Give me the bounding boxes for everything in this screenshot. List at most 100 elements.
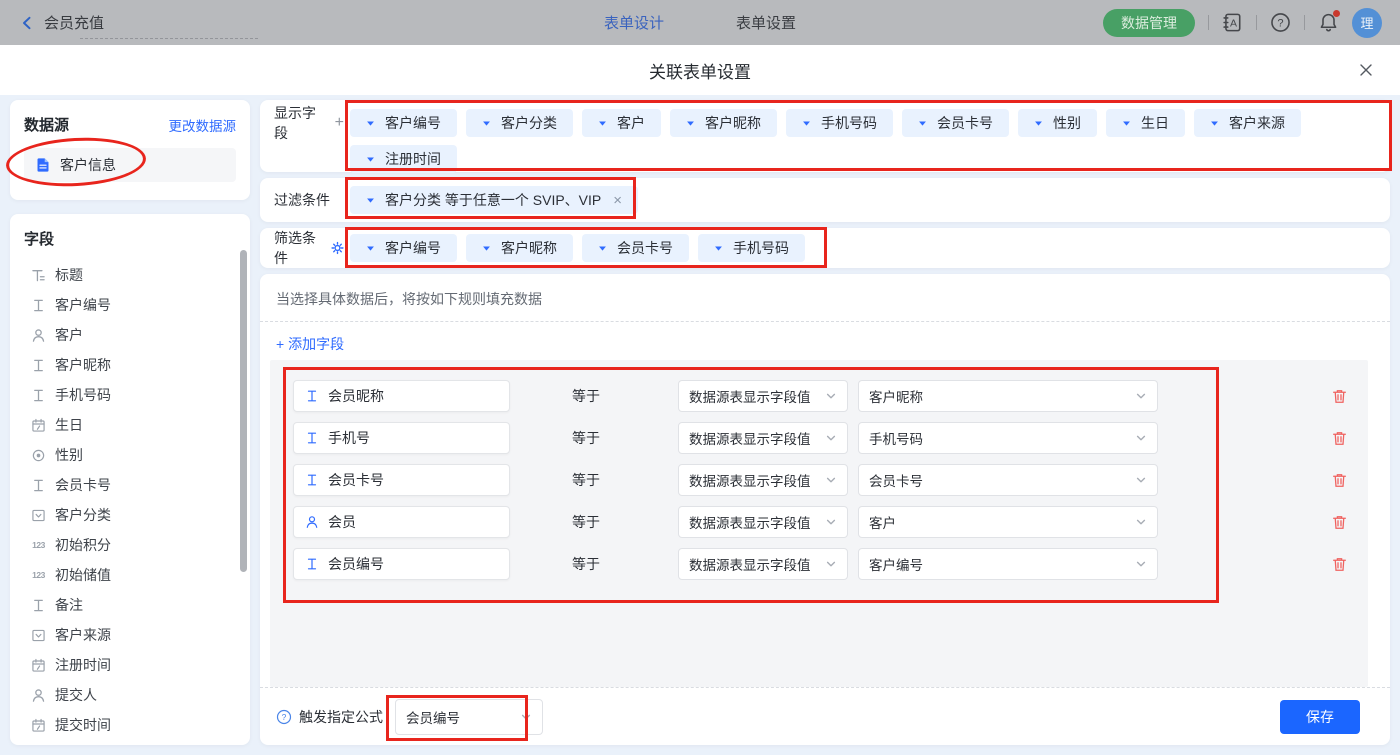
screen-condition-tag[interactable]: 客户编号 [350, 234, 457, 262]
display-field-tag[interactable]: 客户来源 [1194, 109, 1301, 137]
field-item-label: 性别 [55, 445, 83, 465]
chevron-down-icon [825, 390, 837, 402]
display-field-tag[interactable]: 生日 [1106, 109, 1185, 137]
rule-value-select-value: 客户昵称 [869, 386, 923, 406]
delete-rule-button[interactable] [1331, 514, 1348, 531]
trigger-formula-label: 触发指定公式 [299, 707, 383, 727]
display-field-tag[interactable]: 手机号码 [786, 109, 893, 137]
rule-value-select-value: 客户 [869, 512, 896, 532]
rule-value-select[interactable]: 客户 [858, 506, 1158, 538]
display-field-tag[interactable]: 会员卡号 [902, 109, 1009, 137]
display-field-tag[interactable]: 客户分类 [466, 109, 573, 137]
trigger-formula-select[interactable]: 会员编号 [395, 699, 543, 735]
text-icon [305, 557, 319, 571]
field-item[interactable]: 客户分类 [24, 500, 236, 530]
rule-equals-label: 等于 [572, 512, 678, 532]
text-icon [31, 478, 46, 493]
field-item[interactable]: 客户昵称 [24, 350, 236, 380]
rule-target-field[interactable]: 会员卡号 [293, 464, 510, 496]
save-button[interactable]: 保存 [1280, 700, 1360, 734]
add-field-link[interactable]: + 添加字段 [276, 334, 344, 354]
datasource-item[interactable]: 客户信息 [24, 148, 236, 182]
display-field-tag[interactable]: 客户昵称 [670, 109, 777, 137]
triangle-down-icon [802, 119, 811, 128]
rule-equals-label: 等于 [572, 428, 678, 448]
chevron-down-icon [825, 558, 837, 570]
close-icon[interactable] [1358, 62, 1374, 78]
display-field-tag[interactable]: 注册时间 [350, 145, 457, 173]
screen-condition-tag[interactable]: 客户昵称 [466, 234, 573, 262]
field-item[interactable]: 提交时间 [24, 710, 236, 740]
field-item[interactable]: 备注 [24, 590, 236, 620]
rule-target-field[interactable]: 会员 [293, 506, 510, 538]
screen-condition-tag[interactable]: 手机号码 [698, 234, 805, 262]
avatar[interactable]: 理 [1352, 8, 1382, 38]
add-display-field-button[interactable]: + [335, 114, 344, 132]
field-item[interactable]: 注册时间 [24, 650, 236, 680]
display-field-tag[interactable]: 客户编号 [350, 109, 457, 137]
field-item[interactable]: 客户编号 [24, 290, 236, 320]
filter-condition-tag[interactable]: 客户分类 等于任意一个 SVIP、VIP × [350, 186, 638, 214]
scrollbar[interactable] [240, 250, 247, 572]
separator [1256, 15, 1257, 30]
rule-target-field[interactable]: 会员编号 [293, 548, 510, 580]
field-item[interactable]: 生日 [24, 410, 236, 440]
topbar-tab-0[interactable]: 表单设计 [604, 12, 664, 33]
help-icon[interactable]: ? [1270, 12, 1291, 33]
rule-equals-label: 等于 [572, 386, 678, 406]
gear-icon[interactable] [331, 241, 344, 255]
triangle-down-icon [1210, 119, 1219, 128]
rule-source-select-value: 数据源表显示字段值 [689, 554, 811, 574]
page-title: 关联表单设置 [0, 45, 1400, 95]
screen-condition-tag[interactable]: 会员卡号 [582, 234, 689, 262]
rule-value-select[interactable]: 客户编号 [858, 548, 1158, 580]
text-icon [305, 473, 319, 487]
field-item-label: 手机号码 [55, 385, 111, 405]
delete-rule-button[interactable] [1331, 556, 1348, 573]
rule-source-select[interactable]: 数据源表显示字段值 [678, 464, 848, 496]
text-icon [305, 431, 319, 445]
field-item[interactable]: 手机号码 [24, 380, 236, 410]
data-manage-button[interactable]: 数据管理 [1103, 9, 1195, 37]
calendar-icon [31, 718, 46, 733]
screen-condition-label-row: 筛选条件 [274, 234, 344, 262]
rule-source-select[interactable]: 数据源表显示字段值 [678, 506, 848, 538]
select-icon [31, 628, 46, 643]
rule-value-select[interactable]: 客户昵称 [858, 380, 1158, 412]
filter-condition-tag-label: 客户分类 等于任意一个 SVIP、VIP [385, 190, 601, 210]
rule-source-select[interactable]: 数据源表显示字段值 [678, 422, 848, 454]
field-item[interactable]: 标题 [24, 260, 236, 290]
display-field-tag-label: 客户分类 [501, 113, 557, 133]
bell-icon[interactable] [1318, 12, 1339, 33]
display-field-tag[interactable]: 客户 [582, 109, 661, 137]
rule-value-select-value: 手机号码 [869, 428, 923, 448]
field-item[interactable]: 客户来源 [24, 620, 236, 650]
remove-filter-icon[interactable]: × [613, 192, 622, 209]
field-item[interactable]: 123初始积分 [24, 530, 236, 560]
rule-target-field[interactable]: 会员昵称 [293, 380, 510, 412]
display-field-tag[interactable]: 性别 [1018, 109, 1097, 137]
rule-source-select-value: 数据源表显示字段值 [689, 386, 811, 406]
delete-rule-button[interactable] [1331, 430, 1348, 447]
topbar-tab-1[interactable]: 表单设置 [736, 12, 796, 33]
chevron-down-icon [1135, 390, 1147, 402]
field-item[interactable]: 性别 [24, 440, 236, 470]
delete-rule-button[interactable] [1331, 472, 1348, 489]
rule-value-select[interactable]: 会员卡号 [858, 464, 1158, 496]
field-item[interactable]: 会员卡号 [24, 470, 236, 500]
person-icon [31, 688, 46, 703]
change-datasource-link[interactable]: 更改数据源 [169, 115, 237, 135]
back-icon[interactable] [20, 16, 34, 30]
field-item[interactable]: 123初始储值 [24, 560, 236, 590]
rule-source-select[interactable]: 数据源表显示字段值 [678, 548, 848, 580]
rule-value-select[interactable]: 手机号码 [858, 422, 1158, 454]
rule-source-select[interactable]: 数据源表显示字段值 [678, 380, 848, 412]
field-item[interactable]: 提交人 [24, 680, 236, 710]
field-item[interactable]: 客户 [24, 320, 236, 350]
help-icon[interactable]: ? [276, 709, 292, 725]
rule-target-field[interactable]: 手机号 [293, 422, 510, 454]
separator [1304, 15, 1305, 30]
contacts-icon[interactable]: A [1222, 12, 1243, 33]
form-title[interactable]: 会员充值 [44, 12, 104, 33]
delete-rule-button[interactable] [1331, 388, 1348, 405]
